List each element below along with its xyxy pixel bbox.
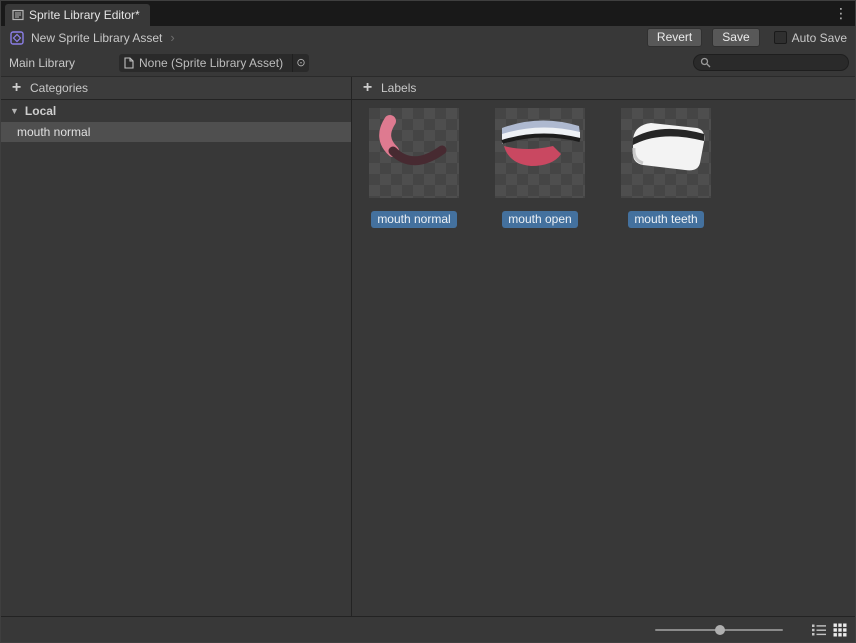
save-button[interactable]: Save xyxy=(712,28,759,47)
foldout-triangle-icon: ▼ xyxy=(10,106,19,116)
tab-strip: Sprite Library Editor* ⋮ xyxy=(1,1,855,26)
toolbar: New Sprite Library Asset › Revert Save A… xyxy=(1,26,855,49)
mouth-teeth-sprite xyxy=(621,108,711,198)
label-chip-mouth-open[interactable]: mouth open xyxy=(502,211,577,228)
add-label-icon[interactable]: + xyxy=(361,81,374,95)
main-library-label: Main Library xyxy=(9,56,119,70)
categories-panel: ▼ Local mouth normal xyxy=(1,100,352,616)
sprite-thumbnail-mouth-open[interactable] xyxy=(495,108,585,198)
local-foldout[interactable]: ▼ Local xyxy=(1,100,351,122)
tab-title: Sprite Library Editor* xyxy=(29,8,140,22)
labels-panel: mouth normal mouth open xyxy=(352,100,855,616)
categories-header: + Categories xyxy=(1,77,352,99)
labels-header: + Labels xyxy=(352,77,855,99)
object-picker-icon[interactable]: ⊙ xyxy=(292,54,309,72)
sprite-thumbnail-mouth-teeth[interactable] xyxy=(621,108,711,198)
sprite-card-mouth-normal[interactable]: mouth normal xyxy=(369,108,459,228)
local-foldout-label: Local xyxy=(25,104,56,118)
search-field[interactable] xyxy=(693,54,849,71)
panel-headers: + Categories + Labels xyxy=(1,76,855,100)
sprite-thumbnail-mouth-normal[interactable] xyxy=(369,108,459,198)
window-menu-icon[interactable]: ⋮ xyxy=(833,4,849,22)
sprite-card-mouth-teeth[interactable]: mouth teeth xyxy=(621,108,711,228)
sprite-library-editor-window: Sprite Library Editor* ⋮ New Sprite Libr… xyxy=(0,0,856,643)
footer-bar xyxy=(1,616,855,642)
tab-sprite-library-editor[interactable]: Sprite Library Editor* xyxy=(5,4,150,26)
breadcrumb[interactable]: New Sprite Library Asset xyxy=(31,31,162,45)
mouth-normal-sprite xyxy=(369,108,459,198)
label-chip-mouth-teeth[interactable]: mouth teeth xyxy=(628,211,703,228)
list-view-icon[interactable] xyxy=(811,622,827,638)
thumbnail-zoom-slider[interactable] xyxy=(655,629,783,631)
auto-save-label: Auto Save xyxy=(792,31,847,45)
label-chip-mouth-normal[interactable]: mouth normal xyxy=(371,211,456,228)
main-library-object-field[interactable]: None (Sprite Library Asset) ⊙ xyxy=(119,54,309,72)
category-item-mouth-normal[interactable]: mouth normal xyxy=(1,122,351,142)
sprite-card-mouth-open[interactable]: mouth open xyxy=(495,108,585,228)
categories-title: Categories xyxy=(30,81,88,95)
zoom-slider-handle[interactable] xyxy=(715,625,725,635)
sprite-library-asset-icon xyxy=(9,30,25,46)
labels-title: Labels xyxy=(381,81,416,95)
sprite-library-tab-icon xyxy=(12,9,24,21)
mouth-open-sprite xyxy=(495,108,585,198)
search-input[interactable] xyxy=(715,56,842,70)
revert-button[interactable]: Revert xyxy=(647,28,702,47)
panels: ▼ Local mouth normal mouth normal xyxy=(1,100,855,616)
asset-file-icon xyxy=(124,57,134,69)
search-icon xyxy=(700,57,711,68)
breadcrumb-chevron-icon: › xyxy=(170,30,174,45)
auto-save-checkbox[interactable] xyxy=(774,31,787,44)
add-category-icon[interactable]: + xyxy=(10,81,23,95)
main-library-object-value: None (Sprite Library Asset) xyxy=(139,56,292,70)
main-library-row: Main Library None (Sprite Library Asset)… xyxy=(1,49,855,76)
grid-view-icon[interactable] xyxy=(832,622,848,638)
